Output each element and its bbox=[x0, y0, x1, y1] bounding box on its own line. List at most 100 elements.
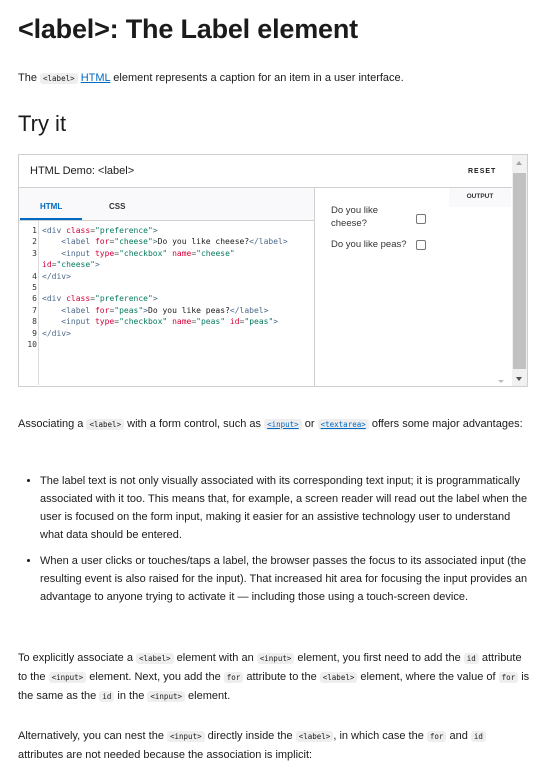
tab-css[interactable]: CSS bbox=[109, 202, 125, 211]
line-number: 5 bbox=[32, 283, 37, 293]
code-token: "preference" bbox=[95, 226, 153, 235]
code-line: 1 <div class="preference"> bbox=[19, 225, 309, 236]
text: , in which case the bbox=[333, 730, 427, 742]
text: directly inside the bbox=[204, 730, 296, 742]
explicit-association-paragraph: To explicitly associate a <label> elemen… bbox=[18, 649, 530, 706]
code-token: type bbox=[94, 248, 115, 258]
cheese-checkbox[interactable] bbox=[416, 214, 426, 224]
line-number: 3 bbox=[32, 248, 37, 258]
advantages-intro: Associating a <label> with a form contro… bbox=[18, 415, 530, 434]
inline-code: <label> bbox=[319, 672, 358, 683]
editor-tabs: HTML CSS bbox=[19, 188, 314, 221]
line-text bbox=[42, 339, 292, 350]
code-token: class bbox=[66, 226, 91, 235]
text: offers some major advantages: bbox=[368, 418, 523, 430]
code-token: for bbox=[94, 237, 110, 247]
line-text: <input type="checkbox" name="peas" id="p… bbox=[42, 316, 292, 327]
code-token: <label bbox=[61, 305, 95, 315]
line-text: <div class="preference"> bbox=[42, 225, 292, 236]
line-text: </div> bbox=[42, 328, 292, 339]
inline-code: <input> bbox=[256, 653, 295, 664]
code-token: type bbox=[94, 317, 115, 327]
line-text: <div class="preference"> bbox=[42, 293, 292, 304]
code-line: 9 </div> bbox=[19, 328, 309, 339]
peas-label[interactable]: Do you like peas? bbox=[331, 238, 421, 251]
text: element, you first need to add the bbox=[294, 652, 464, 664]
text: Alternatively, you can nest the bbox=[18, 730, 167, 742]
inline-code: for bbox=[498, 672, 519, 683]
inline-code: <textarea> bbox=[317, 419, 369, 430]
code-token: </label> bbox=[249, 237, 288, 247]
line-number: 10 bbox=[27, 340, 37, 350]
code-token: <input bbox=[61, 317, 95, 327]
code-token: Do you like cheese? bbox=[157, 237, 250, 247]
code-token: "cheese" bbox=[56, 260, 95, 270]
code-line: 2 <label for="cheese">Do you like cheese… bbox=[19, 236, 309, 247]
code-token: "checkbox" bbox=[119, 248, 168, 258]
inline-code: <label> bbox=[40, 73, 78, 84]
code-token: "peas" bbox=[196, 317, 226, 327]
code-token: </div> bbox=[42, 271, 71, 281]
text: To explicitly associate a bbox=[18, 652, 136, 664]
code-token: > bbox=[152, 226, 158, 235]
code-token: name bbox=[172, 317, 192, 327]
line-number: 7 bbox=[32, 305, 37, 315]
code-token: > bbox=[95, 260, 100, 270]
text: The bbox=[18, 72, 41, 84]
text: with a form control, such as bbox=[124, 418, 265, 430]
scrollbar[interactable] bbox=[512, 155, 527, 386]
inline-code: <label> bbox=[136, 653, 174, 664]
code-token: </label> bbox=[229, 305, 269, 315]
inline-code: <input> bbox=[167, 731, 205, 742]
code-token: > bbox=[152, 294, 158, 304]
code-editor[interactable]: 1 <div class="preference"> 2 <label for="c… bbox=[19, 221, 314, 385]
inline-code: for bbox=[223, 672, 244, 683]
inline-code: id bbox=[99, 691, 115, 702]
code-token: "peas" bbox=[244, 317, 274, 327]
code-token: for bbox=[94, 305, 110, 315]
code-line: 8 <input type="checkbox" name="peas" id=… bbox=[19, 316, 309, 327]
code-token: <label bbox=[61, 237, 95, 247]
interactive-demo: HTML Demo: <label> RESET HTML CSS 1 <div … bbox=[18, 154, 528, 387]
reset-button[interactable]: RESET bbox=[468, 168, 496, 175]
peas-checkbox[interactable] bbox=[416, 240, 426, 250]
text: element with an bbox=[173, 652, 257, 664]
inline-code: <input> bbox=[147, 691, 185, 702]
code-link[interactable]: <input> bbox=[264, 418, 302, 430]
page-title: <label>: The Label element bbox=[18, 14, 358, 44]
code-token: class bbox=[66, 294, 91, 304]
tab-html[interactable]: HTML bbox=[19, 202, 83, 220]
scrollbar-thumb[interactable] bbox=[513, 173, 526, 369]
line-number: 1 bbox=[32, 226, 37, 235]
code-token: <div bbox=[42, 294, 67, 304]
inner-scroll-down-icon[interactable] bbox=[498, 380, 504, 383]
code-line: 5 bbox=[19, 282, 309, 293]
code-link[interactable]: <textarea> bbox=[317, 418, 369, 430]
text: and bbox=[446, 730, 471, 742]
code-token: id bbox=[42, 260, 52, 270]
list-item: The label text is not only visually asso… bbox=[40, 472, 530, 544]
output-pane: OUTPUT Do you like cheese? Do you like p… bbox=[315, 188, 511, 386]
implicit-association-paragraph: Alternatively, you can nest the <input> … bbox=[18, 727, 530, 764]
inline-code: <label> bbox=[295, 731, 334, 742]
code-token: "peas" bbox=[114, 305, 144, 315]
inline-code: for bbox=[426, 731, 447, 742]
code-lines: 1 <div class="preference"> 2 <label for="c… bbox=[19, 225, 309, 350]
code-token: Do you like peas? bbox=[148, 305, 230, 315]
cheese-label[interactable]: Do you like cheese? bbox=[331, 204, 401, 230]
text: attributes are not needed because the as… bbox=[18, 749, 313, 761]
line-number: 2 bbox=[32, 237, 37, 247]
text: element, where the value of bbox=[357, 671, 499, 683]
link[interactable]: HTML bbox=[81, 72, 111, 84]
inline-code: <input> bbox=[48, 672, 87, 683]
list-item: When a user clicks or touches/taps a lab… bbox=[40, 552, 530, 606]
intro-paragraph: The <label> HTML element represents a ca… bbox=[18, 69, 530, 88]
scroll-down-icon[interactable] bbox=[516, 377, 522, 381]
try-it-heading: Try it bbox=[18, 111, 67, 136]
inline-code: <label> bbox=[86, 419, 125, 430]
text: or bbox=[301, 418, 318, 430]
scroll-up-icon[interactable] bbox=[516, 161, 522, 165]
